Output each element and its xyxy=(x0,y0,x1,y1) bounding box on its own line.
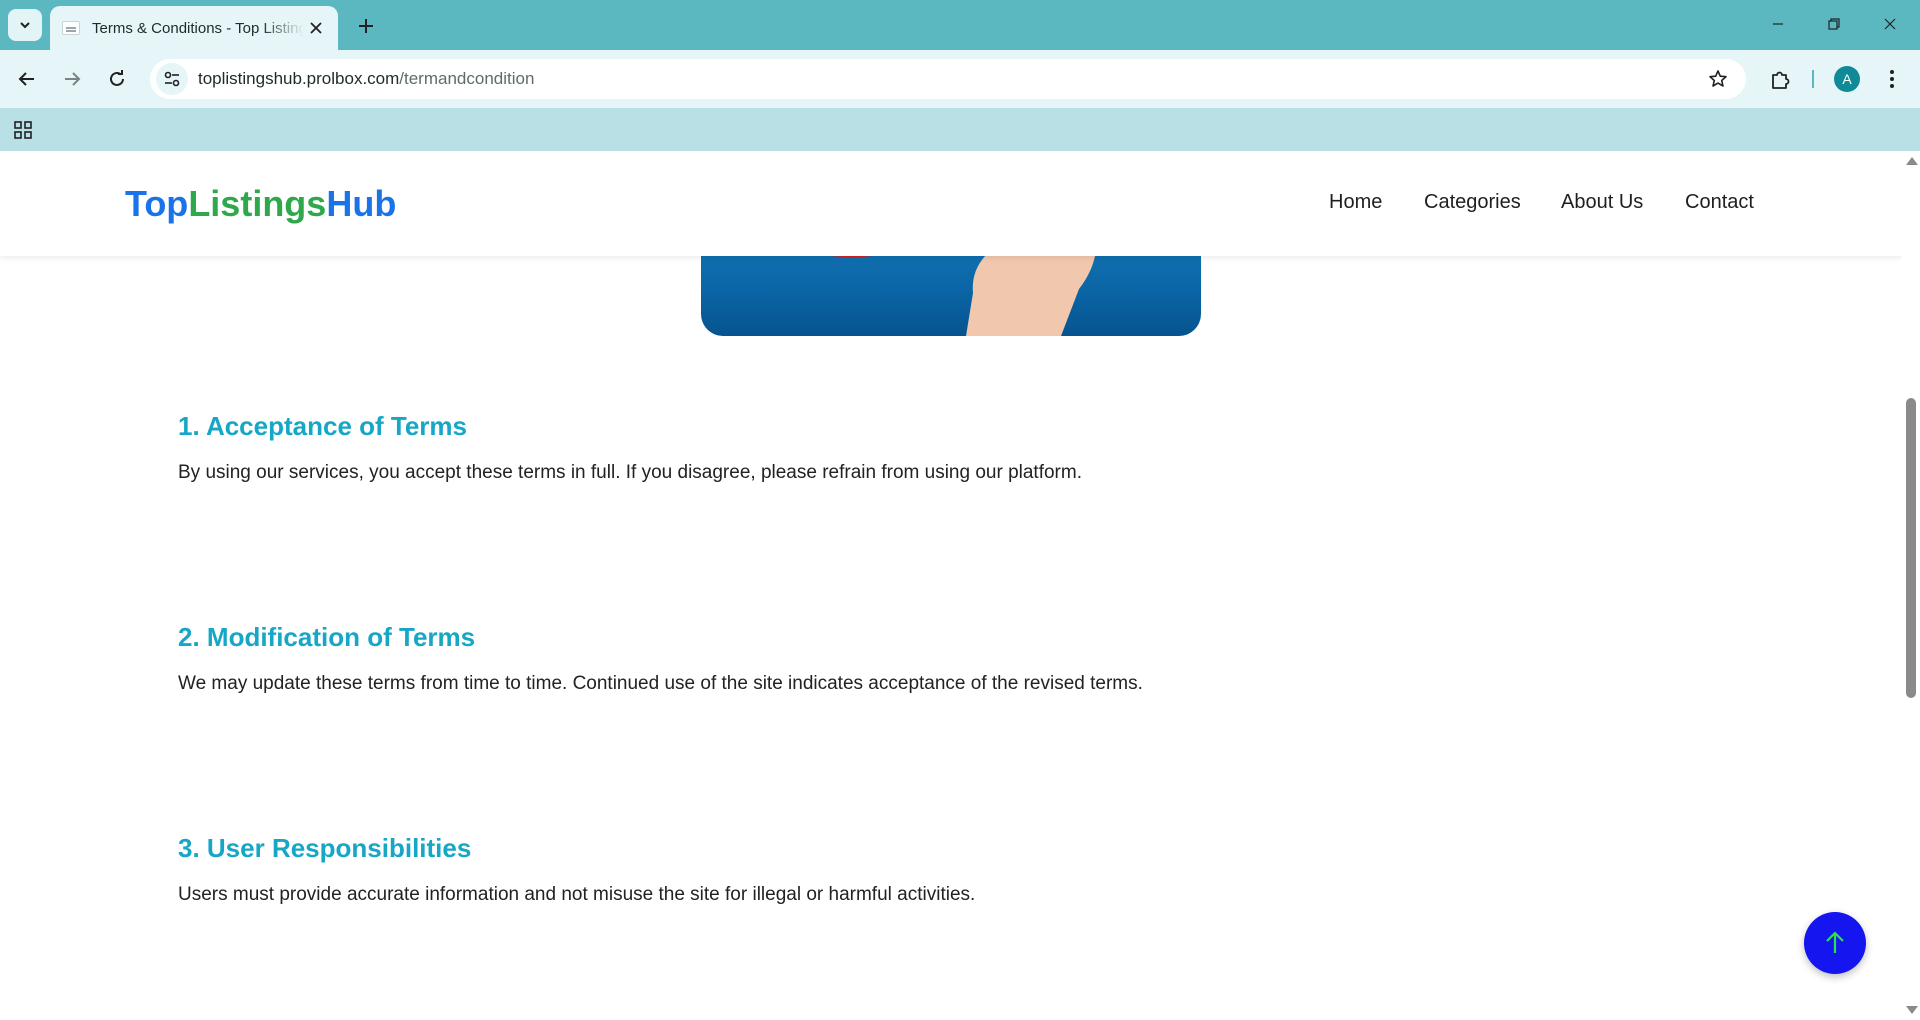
new-tab-button[interactable] xyxy=(352,12,380,40)
tab-strip: Terms & Conditions - Top Listings Hub xyxy=(0,0,1920,50)
scrollbar-thumb[interactable] xyxy=(1906,398,1916,698)
site-header: TopListingsHub Home Categories About Us … xyxy=(0,151,1902,256)
section-title: 2. Modification of Terms xyxy=(178,622,476,652)
site-logo[interactable]: TopListingsHub xyxy=(125,183,396,225)
section-text: We may update these terms from time to t… xyxy=(178,673,1143,694)
back-to-top-button[interactable] xyxy=(1804,912,1866,974)
arrow-right-icon xyxy=(65,72,81,86)
arrow-up-icon xyxy=(1826,931,1844,953)
browser-toolbar: toplistingshub.prolbox.com/termandcondit… xyxy=(0,50,1920,108)
favicon-icon xyxy=(62,21,80,35)
plus-icon xyxy=(359,19,373,33)
kebab-menu-icon xyxy=(1890,70,1894,88)
profile-avatar[interactable]: A xyxy=(1834,66,1860,92)
section-text: By using our services, you accept these … xyxy=(178,462,1082,483)
scroll-up-arrow-icon[interactable] xyxy=(1906,157,1918,165)
url-text: toplistingshub.prolbox.com/termandcondit… xyxy=(198,69,534,89)
active-tab[interactable]: Terms & Conditions - Top Listings Hub xyxy=(50,6,338,50)
minimize-button[interactable] xyxy=(1760,8,1796,40)
bookmarks-bar xyxy=(0,108,1920,151)
puzzle-icon xyxy=(1772,71,1790,89)
chevron-down-icon xyxy=(20,22,30,29)
terms-section: 3. User Responsibilities Users must prov… xyxy=(178,833,1378,906)
tab-search-button[interactable] xyxy=(8,9,42,41)
address-bar[interactable]: toplistingshub.prolbox.com/termandcondit… xyxy=(150,59,1746,99)
url-path: /termandcondition xyxy=(399,69,535,88)
tab-title: Terms & Conditions - Top Listings Hub xyxy=(92,19,304,37)
close-window-button[interactable] xyxy=(1872,8,1908,40)
toolbar-separator xyxy=(1812,70,1814,88)
arrow-left-icon xyxy=(18,72,34,86)
section-text: Users must provide accurate information … xyxy=(178,884,976,905)
nav-home[interactable]: Home xyxy=(1329,191,1382,214)
star-icon xyxy=(1709,70,1727,87)
terms-section: 1. Acceptance of Terms By using our serv… xyxy=(178,411,1378,484)
reload-icon xyxy=(110,70,124,86)
back-button[interactable] xyxy=(11,63,43,95)
page-scrollbar[interactable] xyxy=(1902,151,1920,1020)
page-viewport: TopListingsHub Home Categories About Us … xyxy=(0,151,1902,1020)
logo-part-top: Top xyxy=(125,183,189,224)
section-title: 1. Acceptance of Terms xyxy=(178,411,467,441)
browser-menu-button[interactable] xyxy=(1876,63,1908,95)
logo-part-listings: Listings xyxy=(188,183,327,224)
tab-close-button[interactable] xyxy=(304,16,328,40)
scroll-down-arrow-icon[interactable] xyxy=(1906,1006,1918,1014)
section-title: 3. User Responsibilities xyxy=(178,833,472,863)
nav-categories[interactable]: Categories xyxy=(1424,191,1521,214)
forward-button[interactable] xyxy=(56,63,88,95)
minimize-icon xyxy=(1773,23,1783,25)
nav-about-us[interactable]: About Us xyxy=(1561,191,1643,214)
close-icon xyxy=(310,22,322,34)
extensions-button[interactable] xyxy=(1765,63,1797,95)
terms-section: 2. Modification of Terms We may update t… xyxy=(178,622,1378,695)
apps-button[interactable] xyxy=(10,118,36,142)
close-icon xyxy=(1884,18,1896,30)
restore-button[interactable] xyxy=(1816,8,1852,40)
bookmark-star-button[interactable] xyxy=(1706,67,1730,91)
tune-icon xyxy=(164,71,180,87)
reload-button[interactable] xyxy=(101,63,133,95)
logo-part-hub: Hub xyxy=(326,183,397,224)
url-host: toplistingshub.prolbox.com xyxy=(198,69,400,88)
site-info-button[interactable] xyxy=(156,63,188,95)
nav-contact[interactable]: Contact xyxy=(1685,191,1754,214)
apps-grid-icon xyxy=(14,121,32,139)
restore-icon xyxy=(1828,18,1840,30)
